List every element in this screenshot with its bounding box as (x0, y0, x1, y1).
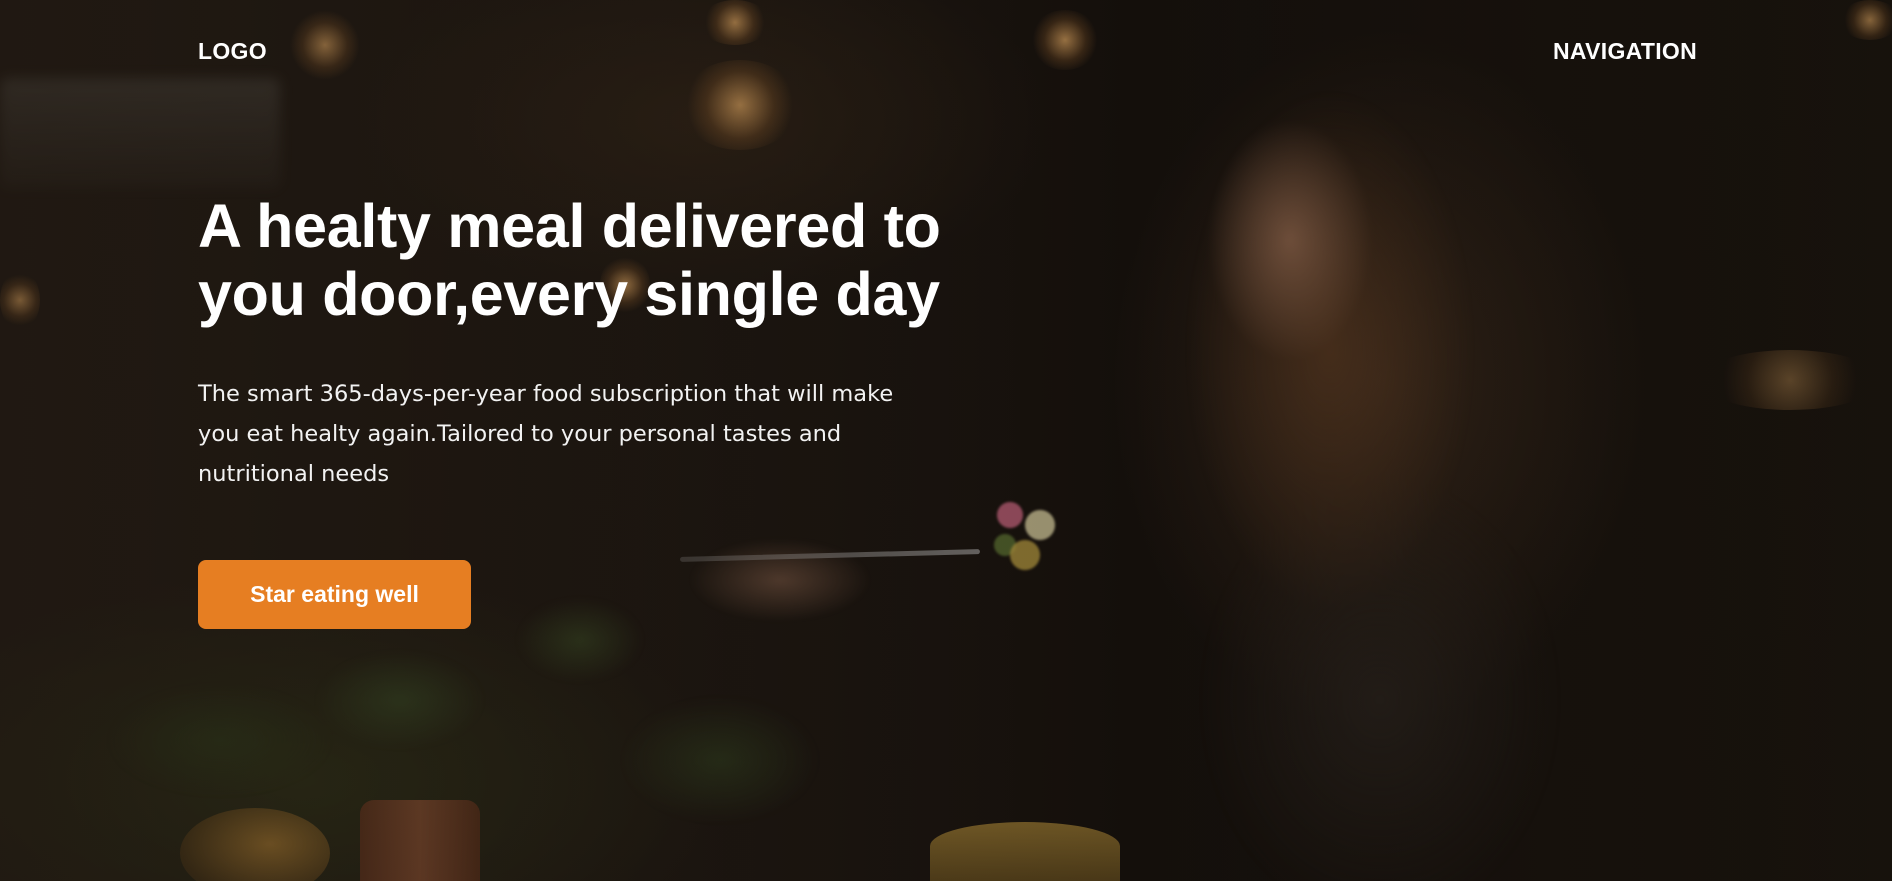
hero-text-block: A healty meal delivered to you door,ever… (198, 192, 978, 629)
hero-headline: A healty meal delivered to you door,ever… (198, 192, 941, 328)
hero-description: The smart 365-days-per-year food subscri… (198, 381, 894, 487)
hero-section: LOGO NAVIGATION A healty meal delivered … (0, 0, 1892, 881)
site-header: LOGO NAVIGATION (198, 38, 1697, 65)
navigation-link[interactable]: NAVIGATION (1553, 38, 1697, 65)
start-eating-button[interactable]: Star eating well (198, 560, 471, 629)
logo[interactable]: LOGO (198, 38, 267, 65)
